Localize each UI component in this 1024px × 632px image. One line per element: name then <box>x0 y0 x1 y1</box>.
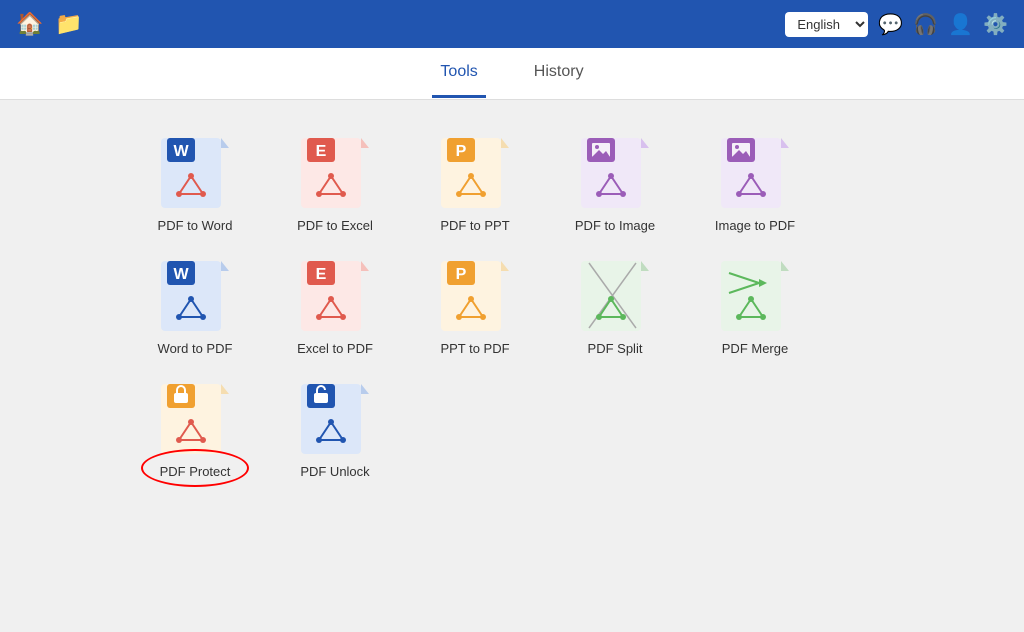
tool-label-pdf-to-ppt: PDF to PPT <box>440 218 509 233</box>
tool-label-pdf-unlock: PDF Unlock <box>300 464 369 479</box>
tool-label-pdf-to-excel: PDF to Excel <box>297 218 373 233</box>
tool-pdf-merge[interactable]: PDF Merge <box>700 253 810 356</box>
file-icon-pdf-to-ppt: P <box>441 130 509 208</box>
tool-label-pdf-merge: PDF Merge <box>722 341 788 356</box>
file-icon-pdf-to-word: W <box>161 130 229 208</box>
file-icon-pdf-to-excel: E <box>301 130 369 208</box>
file-icon-pdf-protect <box>161 376 229 454</box>
folder-icon[interactable]: 📁 <box>55 11 82 37</box>
language-select[interactable]: English French German <box>785 12 868 37</box>
headset-icon[interactable]: 🎧 <box>913 12 938 37</box>
tool-row-2: W Word to PDF <box>80 253 944 356</box>
main-content: W PDF to Word <box>0 100 1024 509</box>
tool-label-image-to-pdf: Image to PDF <box>715 218 795 233</box>
svg-text:W: W <box>173 143 189 160</box>
tool-label-pdf-protect: PDF Protect <box>160 464 231 479</box>
tab-history[interactable]: History <box>526 49 592 98</box>
chat-icon[interactable]: 💬 <box>878 12 903 37</box>
file-icon-excel-to-pdf: E <box>301 253 369 331</box>
tool-label-word-to-pdf: Word to PDF <box>158 341 233 356</box>
file-icon-pdf-to-image <box>581 130 649 208</box>
svg-text:W: W <box>173 266 189 283</box>
header-right: English French German 💬 🎧 👤 ⚙️ <box>785 12 1008 37</box>
tool-row-3: PDF Protect <box>80 376 944 479</box>
svg-text:E: E <box>316 143 327 160</box>
tool-ppt-to-pdf[interactable]: P PPT to PDF <box>420 253 530 356</box>
file-icon-word-to-pdf: W <box>161 253 229 331</box>
home-icon[interactable]: 🏠 <box>16 11 43 37</box>
tool-label-pdf-split: PDF Split <box>588 341 643 356</box>
file-icon-pdf-unlock <box>301 376 369 454</box>
user-icon[interactable]: 👤 <box>948 12 973 37</box>
file-icon-pdf-merge <box>721 253 789 331</box>
tab-tools[interactable]: Tools <box>432 49 485 98</box>
svg-text:P: P <box>456 266 467 283</box>
settings-icon[interactable]: ⚙️ <box>983 12 1008 37</box>
tool-label-excel-to-pdf: Excel to PDF <box>297 341 373 356</box>
tool-image-to-pdf[interactable]: Image to PDF <box>700 130 810 233</box>
tool-word-to-pdf[interactable]: W Word to PDF <box>140 253 250 356</box>
file-icon-image-to-pdf <box>721 130 789 208</box>
tool-pdf-to-ppt[interactable]: P PDF to PPT <box>420 130 530 233</box>
tool-pdf-to-excel[interactable]: E PDF to Excel <box>280 130 390 233</box>
tabs-bar: Tools History <box>0 48 1024 100</box>
svg-text:E: E <box>316 266 327 283</box>
tool-pdf-to-word[interactable]: W PDF to Word <box>140 130 250 233</box>
file-icon-ppt-to-pdf: P <box>441 253 509 331</box>
tool-excel-to-pdf[interactable]: E Excel to PDF <box>280 253 390 356</box>
tool-row-1: W PDF to Word <box>80 130 944 233</box>
tool-pdf-to-image[interactable]: PDF to Image <box>560 130 670 233</box>
tool-pdf-protect[interactable]: PDF Protect <box>140 376 250 479</box>
file-icon-pdf-split <box>581 253 649 331</box>
header-left: 🏠 📁 <box>16 11 83 37</box>
tool-label-pdf-to-word: PDF to Word <box>158 218 233 233</box>
tool-pdf-split[interactable]: PDF Split <box>560 253 670 356</box>
tool-pdf-unlock[interactable]: PDF Unlock <box>280 376 390 479</box>
svg-text:P: P <box>456 143 467 160</box>
tool-label-pdf-to-image: PDF to Image <box>575 218 655 233</box>
header: 🏠 📁 English French German 💬 🎧 👤 ⚙️ <box>0 0 1024 48</box>
tool-label-ppt-to-pdf: PPT to PDF <box>440 341 509 356</box>
